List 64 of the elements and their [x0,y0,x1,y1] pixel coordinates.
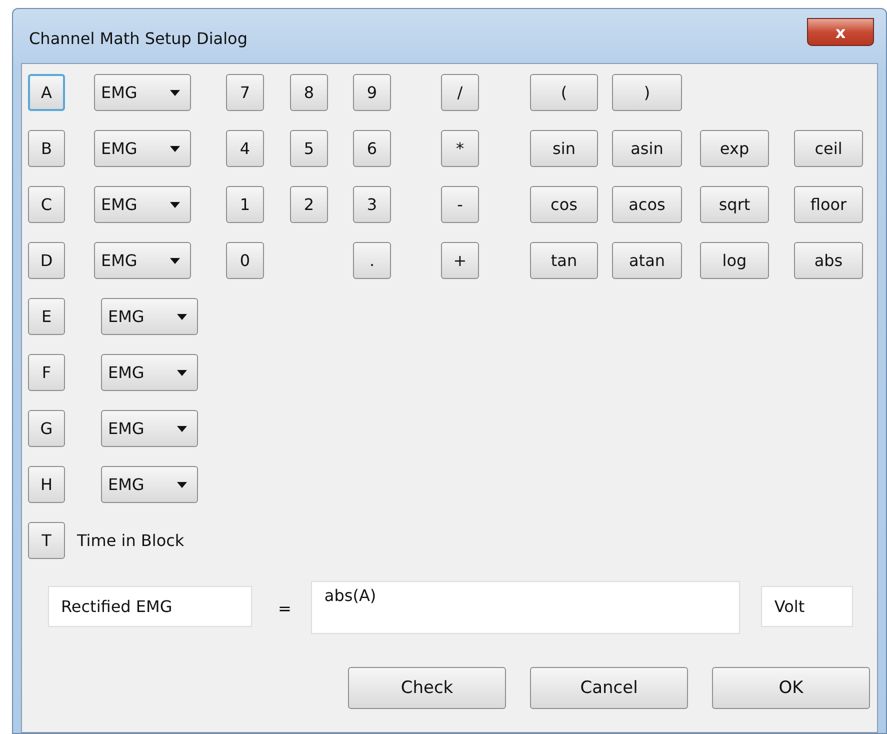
window-title: Channel Math Setup Dialog [29,29,248,48]
channel-dropdown[interactable]: EMG [101,466,198,503]
function-button[interactable]: acos [612,186,682,223]
digit-button[interactable]: 8 [290,74,328,111]
unit-field[interactable]: Volt [761,586,854,627]
channel-dropdown[interactable]: EMG [101,298,198,335]
function-button[interactable]: atan [612,242,682,279]
function-button[interactable]: cos [530,186,598,223]
channel-button[interactable]: T [28,522,65,559]
channel-button[interactable]: H [28,466,65,503]
channel-button[interactable]: E [28,298,65,335]
digit-button[interactable]: 7 [226,74,264,111]
caret-icon [170,90,180,96]
function-button[interactable]: sqrt [700,186,769,223]
digit-button[interactable]: 6 [353,130,391,167]
channel-button[interactable]: C [28,186,65,223]
channel-dropdown[interactable]: EMG [94,242,191,279]
channel-dropdown[interactable]: EMG [101,410,198,447]
function-button[interactable]: log [700,242,769,279]
close-button[interactable]: x [807,18,874,46]
operator-button[interactable]: - [441,186,479,223]
operator-button[interactable]: + [441,242,479,279]
caret-icon [177,426,187,432]
dialog-button[interactable]: Check [348,667,506,709]
channel-button[interactable]: D [28,242,65,279]
function-button[interactable]: sin [530,130,598,167]
caret-icon [177,482,187,488]
caret-icon [177,370,187,376]
channel-dropdown[interactable]: EMG [94,74,191,111]
channel-dropdown[interactable]: EMG [94,130,191,167]
digit-button[interactable]: 3 [353,186,391,223]
dialog-button[interactable]: OK [712,667,870,709]
function-button[interactable]: ( [530,74,598,111]
channel-dropdown[interactable]: EMG [94,186,191,223]
channel-button[interactable]: A [28,74,65,111]
digit-button[interactable]: 5 [290,130,328,167]
time-label: Time in Block [77,531,184,550]
digit-button[interactable]: 2 [290,186,328,223]
channel-button[interactable]: B [28,130,65,167]
channel-button[interactable]: F [28,354,65,391]
digit-button[interactable]: 1 [226,186,264,223]
digit-button[interactable]: . [353,242,391,279]
digit-button[interactable]: 9 [353,74,391,111]
function-button[interactable]: abs [794,242,863,279]
caret-icon [170,146,180,152]
dialog-button[interactable]: Cancel [530,667,688,709]
function-button[interactable]: asin [612,130,682,167]
channel-dropdown[interactable]: EMG [101,354,198,391]
name-field[interactable]: Rectified EMG [48,586,252,627]
caret-icon [177,314,187,320]
function-button[interactable]: floor [794,186,863,223]
equals-sign: = [278,599,292,618]
channel-button[interactable]: G [28,410,65,447]
digit-button[interactable]: 0 [226,242,264,279]
function-button[interactable]: exp [700,130,769,167]
digit-button[interactable]: 4 [226,130,264,167]
function-button[interactable]: tan [530,242,598,279]
caret-icon [170,258,180,264]
function-button[interactable]: ) [612,74,682,111]
function-button[interactable]: ceil [794,130,863,167]
caret-icon [170,202,180,208]
expression-field[interactable]: abs(A) [311,581,740,634]
operator-button[interactable]: * [441,130,479,167]
operator-button[interactable]: / [441,74,479,111]
